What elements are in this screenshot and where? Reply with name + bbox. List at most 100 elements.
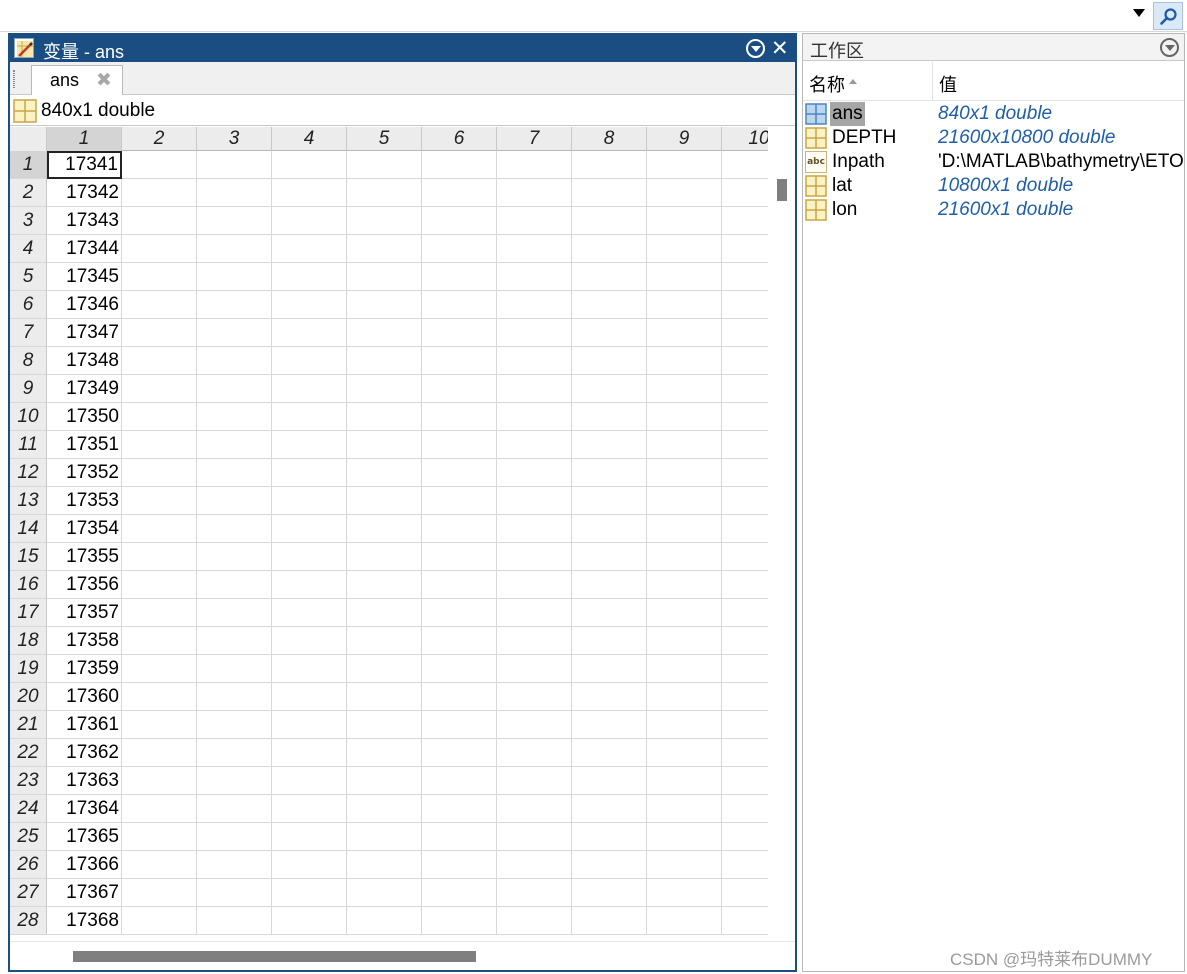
empty-grid-cell[interactable] — [122, 515, 197, 543]
empty-grid-cell[interactable] — [347, 571, 422, 599]
panel-actions-icon[interactable] — [746, 39, 765, 58]
empty-grid-cell[interactable] — [272, 739, 347, 767]
grid-cell[interactable]: 17355 — [47, 543, 122, 571]
empty-grid-cell[interactable] — [572, 851, 647, 879]
column-header[interactable]: 3 — [197, 127, 272, 151]
empty-grid-cell[interactable] — [647, 403, 722, 431]
empty-grid-cell[interactable] — [572, 403, 647, 431]
empty-grid-cell[interactable] — [197, 263, 272, 291]
empty-grid-cell[interactable] — [347, 823, 422, 851]
empty-grid-cell[interactable] — [272, 795, 347, 823]
vertical-scroll-thumb[interactable] — [777, 179, 787, 201]
row-header[interactable]: 4 — [10, 235, 47, 263]
empty-grid-cell[interactable] — [647, 571, 722, 599]
empty-grid-cell[interactable] — [422, 543, 497, 571]
row-header[interactable]: 15 — [10, 543, 47, 571]
grid-cell[interactable]: 17342 — [47, 179, 122, 207]
empty-grid-cell[interactable] — [647, 683, 722, 711]
empty-grid-cell[interactable] — [347, 655, 422, 683]
column-header[interactable]: 6 — [422, 127, 497, 151]
empty-grid-cell[interactable] — [647, 711, 722, 739]
empty-grid-cell[interactable] — [572, 235, 647, 263]
empty-grid-cell[interactable] — [347, 179, 422, 207]
empty-grid-cell[interactable] — [722, 711, 768, 739]
grid-cell[interactable]: 17352 — [47, 459, 122, 487]
empty-grid-cell[interactable] — [347, 543, 422, 571]
empty-grid-cell[interactable] — [722, 235, 768, 263]
empty-grid-cell[interactable] — [497, 543, 572, 571]
empty-grid-cell[interactable] — [122, 375, 197, 403]
empty-grid-cell[interactable] — [272, 851, 347, 879]
empty-grid-cell[interactable] — [722, 291, 768, 319]
empty-grid-cell[interactable] — [197, 599, 272, 627]
empty-grid-cell[interactable] — [422, 851, 497, 879]
empty-grid-cell[interactable] — [572, 543, 647, 571]
column-divider[interactable] — [932, 62, 933, 101]
empty-grid-cell[interactable] — [497, 879, 572, 907]
grid-cell[interactable]: 17345 — [47, 263, 122, 291]
value-column-header[interactable]: 值 — [939, 71, 957, 97]
row-header[interactable]: 6 — [10, 291, 47, 319]
empty-grid-cell[interactable] — [422, 571, 497, 599]
empty-grid-cell[interactable] — [122, 571, 197, 599]
close-icon[interactable]: ✕ — [771, 36, 789, 60]
empty-grid-cell[interactable] — [572, 907, 647, 935]
empty-grid-cell[interactable] — [347, 375, 422, 403]
empty-grid-cell[interactable] — [272, 711, 347, 739]
empty-grid-cell[interactable] — [647, 459, 722, 487]
empty-grid-cell[interactable] — [122, 403, 197, 431]
variable-grid[interactable]: 1 2 3 4 5 6 7 8 9 10 1 17341 2 17342 3 17343 4 17344 5 173… — [10, 127, 768, 941]
empty-grid-cell[interactable] — [647, 291, 722, 319]
empty-grid-cell[interactable] — [122, 347, 197, 375]
empty-grid-cell[interactable] — [272, 319, 347, 347]
empty-grid-cell[interactable] — [422, 907, 497, 935]
empty-grid-cell[interactable] — [197, 487, 272, 515]
empty-grid-cell[interactable] — [722, 823, 768, 851]
empty-grid-cell[interactable] — [422, 151, 497, 179]
column-header[interactable]: 1 — [47, 127, 122, 151]
row-header[interactable]: 1 — [10, 151, 47, 179]
empty-grid-cell[interactable] — [497, 291, 572, 319]
empty-grid-cell[interactable] — [647, 851, 722, 879]
empty-grid-cell[interactable] — [647, 599, 722, 627]
empty-grid-cell[interactable] — [197, 767, 272, 795]
empty-grid-cell[interactable] — [722, 403, 768, 431]
empty-grid-cell[interactable] — [722, 431, 768, 459]
column-header[interactable]: 4 — [272, 127, 347, 151]
empty-grid-cell[interactable] — [647, 347, 722, 375]
empty-grid-cell[interactable] — [497, 823, 572, 851]
row-header[interactable]: 27 — [10, 879, 47, 907]
empty-grid-cell[interactable] — [422, 795, 497, 823]
empty-grid-cell[interactable] — [122, 739, 197, 767]
empty-grid-cell[interactable] — [197, 907, 272, 935]
empty-grid-cell[interactable] — [572, 767, 647, 795]
empty-grid-cell[interactable] — [722, 543, 768, 571]
row-header[interactable]: 9 — [10, 375, 47, 403]
grid-cell[interactable]: 17347 — [47, 319, 122, 347]
grid-cell[interactable]: 17360 — [47, 683, 122, 711]
empty-grid-cell[interactable] — [497, 515, 572, 543]
empty-grid-cell[interactable] — [272, 823, 347, 851]
column-header[interactable]: 8 — [572, 127, 647, 151]
empty-grid-cell[interactable] — [122, 459, 197, 487]
grid-cell[interactable]: 17349 — [47, 375, 122, 403]
empty-grid-cell[interactable] — [647, 263, 722, 291]
empty-grid-cell[interactable] — [497, 319, 572, 347]
empty-grid-cell[interactable] — [347, 683, 422, 711]
empty-grid-cell[interactable] — [497, 851, 572, 879]
empty-grid-cell[interactable] — [422, 179, 497, 207]
grid-cell[interactable]: 17357 — [47, 599, 122, 627]
row-header[interactable]: 23 — [10, 767, 47, 795]
empty-grid-cell[interactable] — [722, 627, 768, 655]
empty-grid-cell[interactable] — [347, 767, 422, 795]
grid-cell[interactable]: 17344 — [47, 235, 122, 263]
empty-grid-cell[interactable] — [347, 795, 422, 823]
grid-cell[interactable]: 17354 — [47, 515, 122, 543]
empty-grid-cell[interactable] — [497, 907, 572, 935]
empty-grid-cell[interactable] — [647, 375, 722, 403]
empty-grid-cell[interactable] — [197, 571, 272, 599]
empty-grid-cell[interactable] — [422, 515, 497, 543]
empty-grid-cell[interactable] — [497, 487, 572, 515]
chevron-down-icon[interactable] — [1133, 9, 1145, 17]
empty-grid-cell[interactable] — [422, 879, 497, 907]
